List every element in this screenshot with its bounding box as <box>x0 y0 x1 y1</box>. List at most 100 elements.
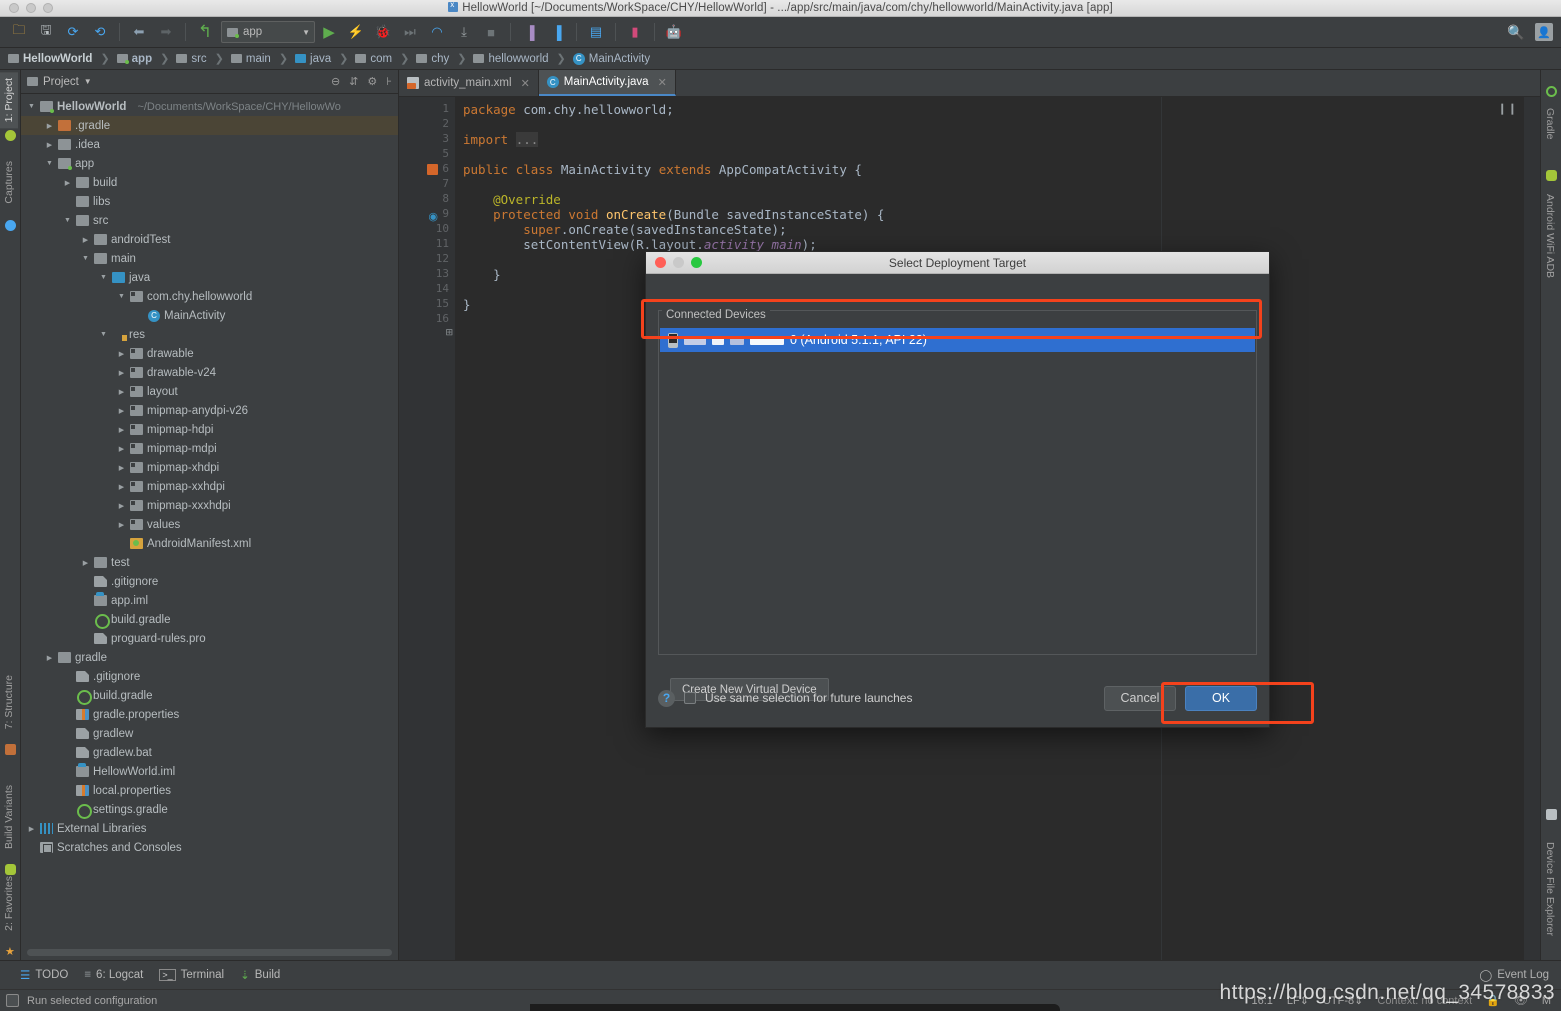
refresh-project-icon[interactable]: ⟲ <box>87 20 113 44</box>
editor-scrollbar[interactable] <box>1524 97 1540 960</box>
bottom-tab-build[interactable]: ⇣ Build <box>240 968 280 982</box>
tree-node[interactable]: ▶ mipmap-mdpi <box>21 439 398 458</box>
tree-node[interactable]: ▶ layout <box>21 382 398 401</box>
chevron-down-icon[interactable]: ▼ <box>81 255 90 262</box>
bottom-tab-terminal[interactable]: >_ Terminal <box>159 969 224 981</box>
chevron-down-icon[interactable]: ▼ <box>84 77 92 86</box>
tree-node[interactable]: ▶ build <box>21 173 398 192</box>
context-label[interactable]: Context: no context <box>1377 995 1472 1007</box>
tree-node[interactable]: ▶ External Libraries <box>21 819 398 838</box>
breadcrumb-item-hellowworld-pkg[interactable]: hellowworld ❯ <box>471 52 570 65</box>
memory-indicator[interactable]: M <box>1542 995 1551 1007</box>
tree-node[interactable]: • gradle.properties <box>21 705 398 724</box>
chevron-right-icon[interactable]: ▶ <box>117 388 126 396</box>
search-icon[interactable]: 🔍 <box>1503 20 1529 44</box>
chevron-right-icon[interactable]: ▶ <box>117 464 126 472</box>
sidebar-tab-build-variants[interactable]: Build Variants <box>0 779 18 855</box>
tree-node[interactable]: • C MainActivity <box>21 306 398 325</box>
chevron-right-icon[interactable]: ▶ <box>117 426 126 434</box>
chevron-down-icon[interactable]: ▼ <box>99 331 108 338</box>
sidebar-tab-device-file-explorer[interactable]: Device File Explorer <box>1541 836 1559 942</box>
undo-icon[interactable]: ↰ <box>192 20 218 44</box>
sidebar-tab-captures[interactable]: Captures <box>0 155 18 210</box>
tab-activity-main-xml[interactable]: activity_main.xml ✕ <box>399 70 539 96</box>
breadcrumb-item-main[interactable]: main ❯ <box>229 52 293 65</box>
avatar-icon[interactable]: 👤 <box>1535 23 1553 41</box>
code-fold-toggle[interactable]: ⊡ <box>445 327 453 338</box>
tree-node[interactable]: • proguard-rules.pro <box>21 629 398 648</box>
tree-node[interactable]: ▶ mipmap-xxxhdpi <box>21 496 398 515</box>
breadcrumb-item-src[interactable]: src ❯ <box>174 52 229 65</box>
chevron-right-icon[interactable]: ▶ <box>117 407 126 415</box>
step-icon[interactable]: ⏭ <box>397 20 423 44</box>
tree-node[interactable]: ▼ java <box>21 268 398 287</box>
device-monitor-icon[interactable]: ▮ <box>622 20 648 44</box>
chevron-down-icon[interactable]: ▼ <box>117 293 126 300</box>
bottom-tab-todo[interactable]: ☰ TODO <box>20 968 68 982</box>
chevron-right-icon[interactable]: ▶ <box>117 350 126 358</box>
sidebar-tab-android-wifi-adb[interactable]: Android WiFi ADB <box>1541 188 1559 284</box>
tree-node[interactable]: • AndroidManifest.xml <box>21 534 398 553</box>
use-same-selection-checkbox[interactable] <box>684 692 696 704</box>
chevron-right-icon[interactable]: ▶ <box>45 654 54 662</box>
inspection-icon[interactable]: 👁 <box>1514 994 1528 1007</box>
tree-node[interactable]: • app.iml <box>21 591 398 610</box>
debug-icon[interactable]: 🐞 <box>370 20 396 44</box>
tree-node[interactable]: • HellowWorld.iml <box>21 762 398 781</box>
tree-node[interactable]: • Scratches and Consoles <box>21 838 398 857</box>
sdk-manager-icon[interactable]: ▐ <box>517 20 543 44</box>
tree-node[interactable]: ▶ test <box>21 553 398 572</box>
chevron-down-icon[interactable]: ▼ <box>63 217 72 224</box>
sync-icon[interactable]: ⟳ <box>60 20 86 44</box>
tree-node[interactable]: ▼ HellowWorld ~/Documents/WorkSpace/CHY/He… <box>21 97 398 116</box>
device-list-item[interactable]: 0 (Android 5.1.1, API 22) <box>660 328 1255 352</box>
android-wifi-adb-icon[interactable]: 🤖 <box>661 20 687 44</box>
tree-node[interactable]: ▶ mipmap-hdpi <box>21 420 398 439</box>
chevron-right-icon[interactable]: ▶ <box>45 122 54 130</box>
event-log-button[interactable]: ◯ Event Log <box>1479 968 1561 982</box>
project-horizontal-scrollbar[interactable] <box>27 949 392 956</box>
breadcrumb-item-app[interactable]: app ❯ <box>115 52 175 65</box>
close-icon[interactable]: ✕ <box>521 77 530 90</box>
caret-position[interactable]: 16:1 <box>1252 995 1273 1007</box>
run-icon[interactable]: ▶ <box>316 20 342 44</box>
cancel-button[interactable]: Cancel <box>1104 685 1176 711</box>
tree-node[interactable]: ▼ res <box>21 325 398 344</box>
stop-icon[interactable]: ■ <box>478 20 504 44</box>
tree-node[interactable]: • build.gradle <box>21 610 398 629</box>
tree-node[interactable]: ▼ app <box>21 154 398 173</box>
tree-node[interactable]: • settings.gradle <box>21 800 398 819</box>
tree-node[interactable]: • gradlew.bat <box>21 743 398 762</box>
tree-node[interactable]: ▼ main <box>21 249 398 268</box>
expand-all-icon[interactable]: ⇵ <box>349 75 358 88</box>
bottom-tab-logcat[interactable]: ≡ 6: Logcat <box>84 969 143 981</box>
tree-node[interactable]: • libs <box>21 192 398 211</box>
resource-manager-icon[interactable]: ▤ <box>583 20 609 44</box>
lock-icon[interactable]: 🔒 <box>1486 994 1500 1007</box>
tree-node[interactable]: ▶ gradle <box>21 648 398 667</box>
chevron-right-icon[interactable]: ▶ <box>117 502 126 510</box>
chevron-right-icon[interactable]: ▶ <box>27 825 36 833</box>
tree-node[interactable]: ▶ mipmap-xxhdpi <box>21 477 398 496</box>
profiler-icon[interactable]: ◠ <box>424 20 450 44</box>
tree-node[interactable]: ▼ com.chy.hellowworld <box>21 287 398 306</box>
tree-node[interactable]: • build.gradle <box>21 686 398 705</box>
tree-node[interactable]: ▶ drawable <box>21 344 398 363</box>
hide-icon[interactable]: ⊦ <box>386 75 392 88</box>
avd-manager-icon[interactable]: ▐ <box>544 20 570 44</box>
layout-relation-icon[interactable] <box>427 162 438 180</box>
run-configuration-selector[interactable]: app ▼ <box>221 21 315 43</box>
breadcrumb-item-hellowworld[interactable]: HellowWorld ❯ <box>6 52 115 65</box>
tree-node[interactable]: ▼ src <box>21 211 398 230</box>
line-separator[interactable]: LF⇕ <box>1287 994 1309 1007</box>
open-folder-icon[interactable]: 🗀 <box>6 20 32 44</box>
breadcrumb-item-java[interactable]: java ❯ <box>293 52 353 65</box>
back-icon[interactable]: ⬅ <box>126 20 152 44</box>
chevron-down-icon[interactable]: ▼ <box>45 160 54 167</box>
chevron-right-icon[interactable]: ▶ <box>63 179 72 187</box>
chevron-right-icon[interactable]: ▶ <box>81 236 90 244</box>
chevron-down-icon[interactable]: ▼ <box>99 274 108 281</box>
tree-node[interactable]: • local.properties <box>21 781 398 800</box>
sidebar-tab-project[interactable]: 1: Project <box>0 72 18 129</box>
chevron-right-icon[interactable]: ▶ <box>45 141 54 149</box>
